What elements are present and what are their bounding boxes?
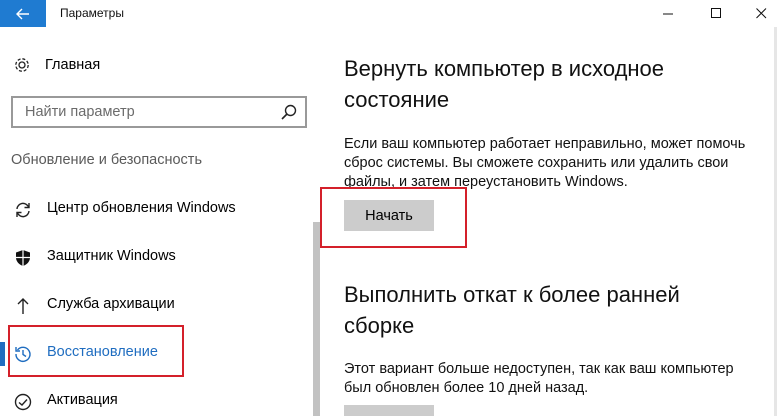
reset-title: Вернуть компьютер в исходное состояние	[344, 53, 764, 115]
sidebar-item-label: Активация	[47, 392, 118, 408]
upload-arrow-icon	[14, 297, 32, 315]
title-bar: Параметры	[0, 0, 777, 27]
arrow-left-icon	[16, 8, 29, 19]
active-indicator	[0, 342, 5, 366]
sync-icon	[14, 201, 32, 219]
reset-title-line: Вернуть компьютер в исходное	[344, 56, 665, 81]
sidebar-item-windows-defender[interactable]: Защитник Windows	[0, 237, 300, 277]
rollback-description-line: был обновлен более 10 дней назад.	[344, 380, 589, 396]
minimize-button[interactable]	[645, 0, 691, 27]
highlight-start-button	[320, 187, 467, 248]
sidebar-item-label: Центр обновления Windows	[47, 200, 236, 216]
reset-description-line: Если ваш компьютер работает неправильно,…	[344, 136, 746, 152]
sidebar-item-label: Защитник Windows	[47, 248, 176, 264]
rollback-button-disabled	[344, 405, 434, 416]
minimize-icon	[662, 13, 673, 15]
search-icon[interactable]	[281, 104, 297, 120]
reset-description-line: сброс системы. Вы сможете сохранить или …	[344, 155, 729, 171]
reset-title-line: состояние	[344, 87, 450, 112]
shield-icon	[14, 249, 32, 267]
window-title: Параметры	[60, 6, 124, 20]
rollback-description-line: Этот вариант больше недоступен, так как …	[344, 361, 734, 377]
highlight-recovery-item	[8, 325, 184, 377]
rollback-description: Этот вариант больше недоступен, так как …	[344, 360, 774, 398]
rollback-title-line: Выполнить откат к более ранней	[344, 282, 680, 307]
sidebar-item-activation[interactable]: Активация	[0, 381, 300, 416]
close-button[interactable]	[738, 0, 777, 27]
gear-icon	[15, 58, 29, 72]
check-circle-icon	[14, 393, 32, 411]
sidebar-item-backup[interactable]: Служба архивации	[0, 285, 300, 325]
search-box[interactable]	[11, 96, 307, 128]
maximize-icon	[710, 8, 721, 18]
reset-description: Если ваш компьютер работает неправильно,…	[344, 135, 774, 192]
sidebar-item-label: Служба архивации	[47, 296, 175, 312]
maximize-button[interactable]	[693, 0, 739, 27]
sidebar-item-label: Главная	[45, 57, 101, 73]
sidebar-item-windows-update[interactable]: Центр обновления Windows	[0, 189, 300, 229]
sidebar-scrollbar[interactable]	[313, 222, 320, 416]
rollback-title: Выполнить откат к более ранней сборке	[344, 279, 764, 341]
close-icon	[755, 8, 766, 19]
sidebar-item-home[interactable]: Главная	[13, 56, 100, 74]
section-header: Обновление и безопасность	[11, 152, 202, 168]
back-button[interactable]	[0, 0, 46, 27]
search-input[interactable]	[13, 98, 273, 126]
rollback-title-line: сборке	[344, 313, 415, 338]
